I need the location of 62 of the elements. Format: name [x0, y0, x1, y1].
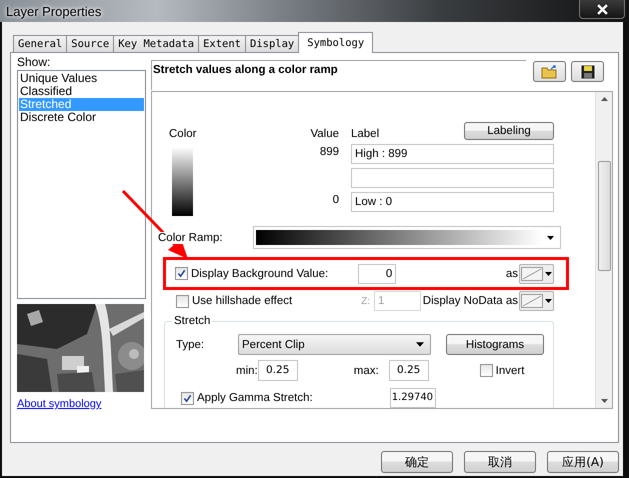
renderer-title: Stretch values along a color ramp — [153, 64, 338, 76]
type-label: Type: — [176, 338, 206, 350]
scroll-down-icon[interactable] — [600, 399, 608, 403]
checkbox[interactable] — [480, 364, 493, 377]
label-field[interactable]: High : 899 — [351, 144, 554, 164]
list-item[interactable]: Discrete Color — [19, 111, 144, 124]
tab[interactable]: General — [13, 35, 68, 52]
class-value: 899 — [320, 146, 339, 158]
tab[interactable]: Symbology — [298, 32, 374, 53]
dialog-button[interactable]: 应用(A) — [547, 451, 619, 473]
show-label: Show: — [16, 56, 52, 69]
symbol-dropdown[interactable] — [519, 264, 554, 284]
tab[interactable]: Key Metadata — [113, 35, 200, 52]
color-ramp-label: Color Ramp: — [158, 232, 223, 244]
color-ramp-dropdown[interactable] — [252, 226, 561, 249]
tab[interactable]: Display — [245, 35, 300, 52]
as-label: as — [506, 268, 518, 280]
dropdown-arrow-icon — [546, 236, 554, 240]
checkbox[interactable] — [175, 267, 188, 280]
min-field[interactable]: 0.25 — [258, 360, 298, 381]
color-ramp-swatch — [172, 147, 193, 216]
save-button[interactable] — [571, 61, 604, 82]
label-field[interactable] — [351, 168, 554, 188]
scrollbar[interactable] — [595, 92, 612, 408]
background-value-field[interactable]: 0 — [358, 264, 396, 284]
close-icon — [596, 4, 608, 14]
about-link[interactable]: About symbology — [17, 398, 102, 410]
dropdown-arrow-icon — [545, 272, 552, 276]
gamma-field[interactable]: 1.29740 — [390, 388, 436, 408]
gamma-label: Apply Gamma Stretch: — [197, 392, 313, 404]
max-label: max: — [354, 364, 379, 376]
symbol-dropdown[interactable] — [519, 291, 554, 311]
tab[interactable]: Source — [66, 35, 114, 52]
dropdown-arrow-icon — [545, 299, 552, 303]
checkbox[interactable] — [176, 294, 189, 308]
label-header: Label — [351, 128, 380, 140]
max-field[interactable]: 0.25 — [388, 360, 429, 381]
tab[interactable]: Extent — [198, 35, 246, 52]
scroll-up-icon[interactable] — [600, 97, 608, 101]
background-value-label: Display Background Value: — [191, 268, 328, 280]
list-item[interactable]: Classified — [19, 85, 144, 98]
min-label: min: — [236, 364, 258, 376]
labeling-button[interactable]: Labeling — [464, 122, 554, 140]
hillshade-label: Use hillshade effect — [192, 295, 292, 307]
histograms-button[interactable]: Histograms — [446, 334, 544, 355]
dialog-button[interactable]: 取消 — [464, 451, 536, 473]
z-label: Z: — [361, 296, 370, 306]
window-title: Layer Properties — [6, 4, 102, 18]
folder-icon — [540, 64, 558, 78]
nodata-label: Display NoData as — [422, 295, 518, 307]
close-button[interactable] — [579, 0, 625, 19]
checkbox[interactable] — [181, 392, 194, 404]
stretch-type-dropdown[interactable]: Percent Clip — [238, 334, 431, 355]
dropdown-arrow-icon — [416, 342, 424, 347]
open-folder-button[interactable] — [533, 61, 566, 82]
dialog-button[interactable]: 确定 — [381, 451, 453, 473]
value-header: Value — [309, 128, 339, 142]
list-item[interactable]: Unique Values — [19, 72, 144, 85]
invert-label: Invert — [496, 364, 524, 376]
class-value: 0 — [332, 194, 339, 206]
color-header: Color — [169, 128, 198, 142]
label-field[interactable]: Low : 0 — [351, 192, 554, 212]
